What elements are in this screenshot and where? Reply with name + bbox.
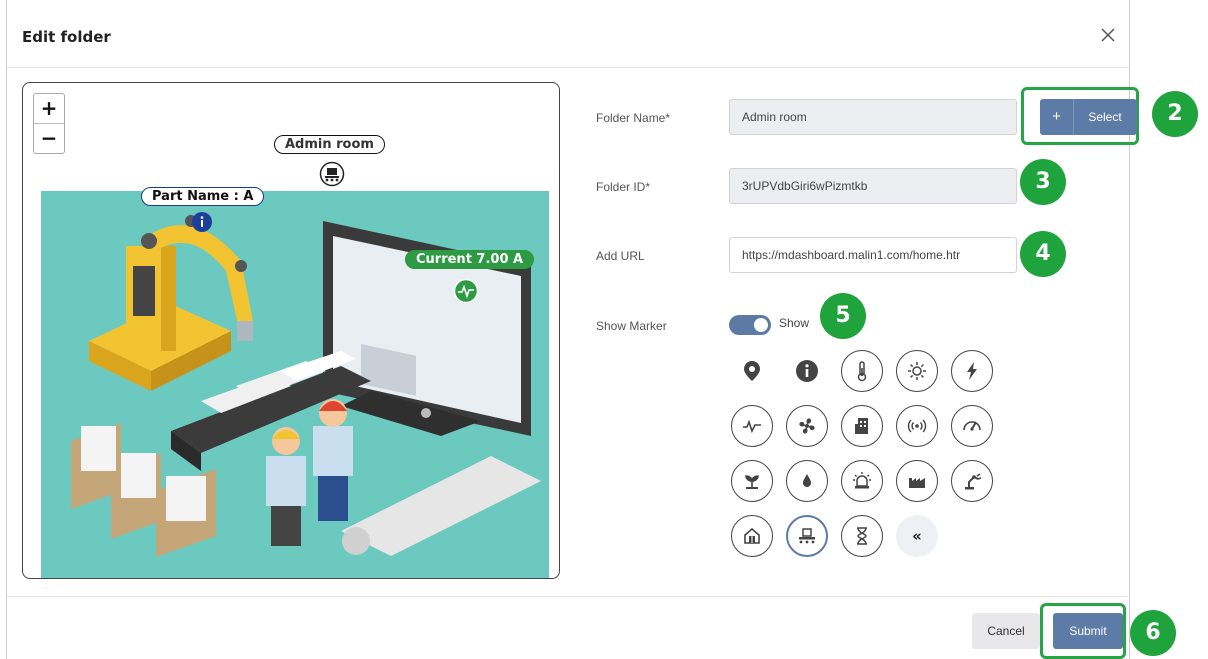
collapse-icon[interactable]: « bbox=[896, 515, 938, 557]
signal-icon[interactable] bbox=[896, 405, 938, 447]
building-icon[interactable] bbox=[841, 405, 883, 447]
plus-icon: + bbox=[1040, 99, 1074, 135]
show-toggle-label: Show bbox=[779, 316, 810, 330]
callout-badge-3: 3 bbox=[1020, 159, 1066, 205]
callout-badge-4: 4 bbox=[1020, 231, 1066, 277]
submit-button[interactable]: Submit bbox=[1053, 613, 1123, 649]
show-marker-label: Show Marker bbox=[596, 319, 667, 333]
fan-icon[interactable] bbox=[786, 405, 828, 447]
folder-label-pill: Admin room bbox=[274, 135, 385, 154]
map-preview[interactable]: + − Admin room Part Name: A Current 7.0… bbox=[22, 82, 560, 579]
add-url-input[interactable]: https://mdashboard.malin1.com/home.htr bbox=[729, 237, 1017, 273]
cancel-button[interactable]: Cancel bbox=[972, 613, 1040, 649]
folder-name-label: Folder Name* bbox=[596, 111, 671, 125]
droplet-icon[interactable] bbox=[786, 460, 828, 502]
pulse-marker-icon[interactable] bbox=[453, 278, 479, 304]
part-label-pill: Part Name : A bbox=[141, 187, 265, 206]
dialog-title: Edit folder bbox=[22, 28, 111, 46]
hourglass-icon[interactable] bbox=[841, 515, 883, 557]
callout-badge-5: 5 bbox=[820, 293, 866, 339]
info-icon[interactable] bbox=[786, 350, 828, 392]
select-button[interactable]: + Select bbox=[1040, 99, 1137, 135]
house-icon[interactable] bbox=[731, 515, 773, 557]
robot-arm-icon[interactable] bbox=[951, 460, 993, 502]
plant-icon[interactable] bbox=[731, 460, 773, 502]
current-label-pill: Current 7.00 A bbox=[405, 250, 535, 269]
pulse-icon[interactable] bbox=[731, 405, 773, 447]
info-marker-icon[interactable] bbox=[191, 211, 213, 233]
factory-icon[interactable] bbox=[896, 460, 938, 502]
callout-badge-2: 2 bbox=[1152, 91, 1198, 137]
dialog-footer bbox=[7, 596, 1129, 597]
folder-name-field[interactable]: Admin room bbox=[729, 99, 1017, 135]
show-marker-toggle[interactable] bbox=[729, 315, 771, 335]
zoom-out-button[interactable]: − bbox=[34, 123, 64, 153]
dialog-header: Edit folder bbox=[7, 0, 1129, 68]
conveyor-marker-icon[interactable] bbox=[319, 161, 345, 187]
zoom-control: + − bbox=[33, 93, 65, 154]
folder-id-field[interactable]: 3rUPVdbGiri6wPizmtkb bbox=[729, 168, 1017, 204]
bolt-icon[interactable] bbox=[951, 350, 993, 392]
close-icon[interactable] bbox=[1097, 24, 1119, 46]
zoom-in-button[interactable]: + bbox=[34, 94, 64, 123]
add-url-label: Add URL bbox=[596, 249, 645, 263]
gauge-icon[interactable] bbox=[951, 405, 993, 447]
edit-folder-dialog: Edit folder + − Admin room Part Name: A… bbox=[6, 0, 1139, 659]
folder-id-label: Folder ID* bbox=[596, 180, 651, 194]
conveyor-icon[interactable] bbox=[786, 515, 828, 557]
alarm-icon[interactable] bbox=[841, 460, 883, 502]
sun-icon[interactable] bbox=[896, 350, 938, 392]
select-button-label: Select bbox=[1088, 110, 1122, 124]
map-pin-icon[interactable] bbox=[731, 350, 773, 392]
thermometer-icon[interactable] bbox=[841, 350, 883, 392]
callout-badge-6: 6 bbox=[1130, 610, 1176, 656]
